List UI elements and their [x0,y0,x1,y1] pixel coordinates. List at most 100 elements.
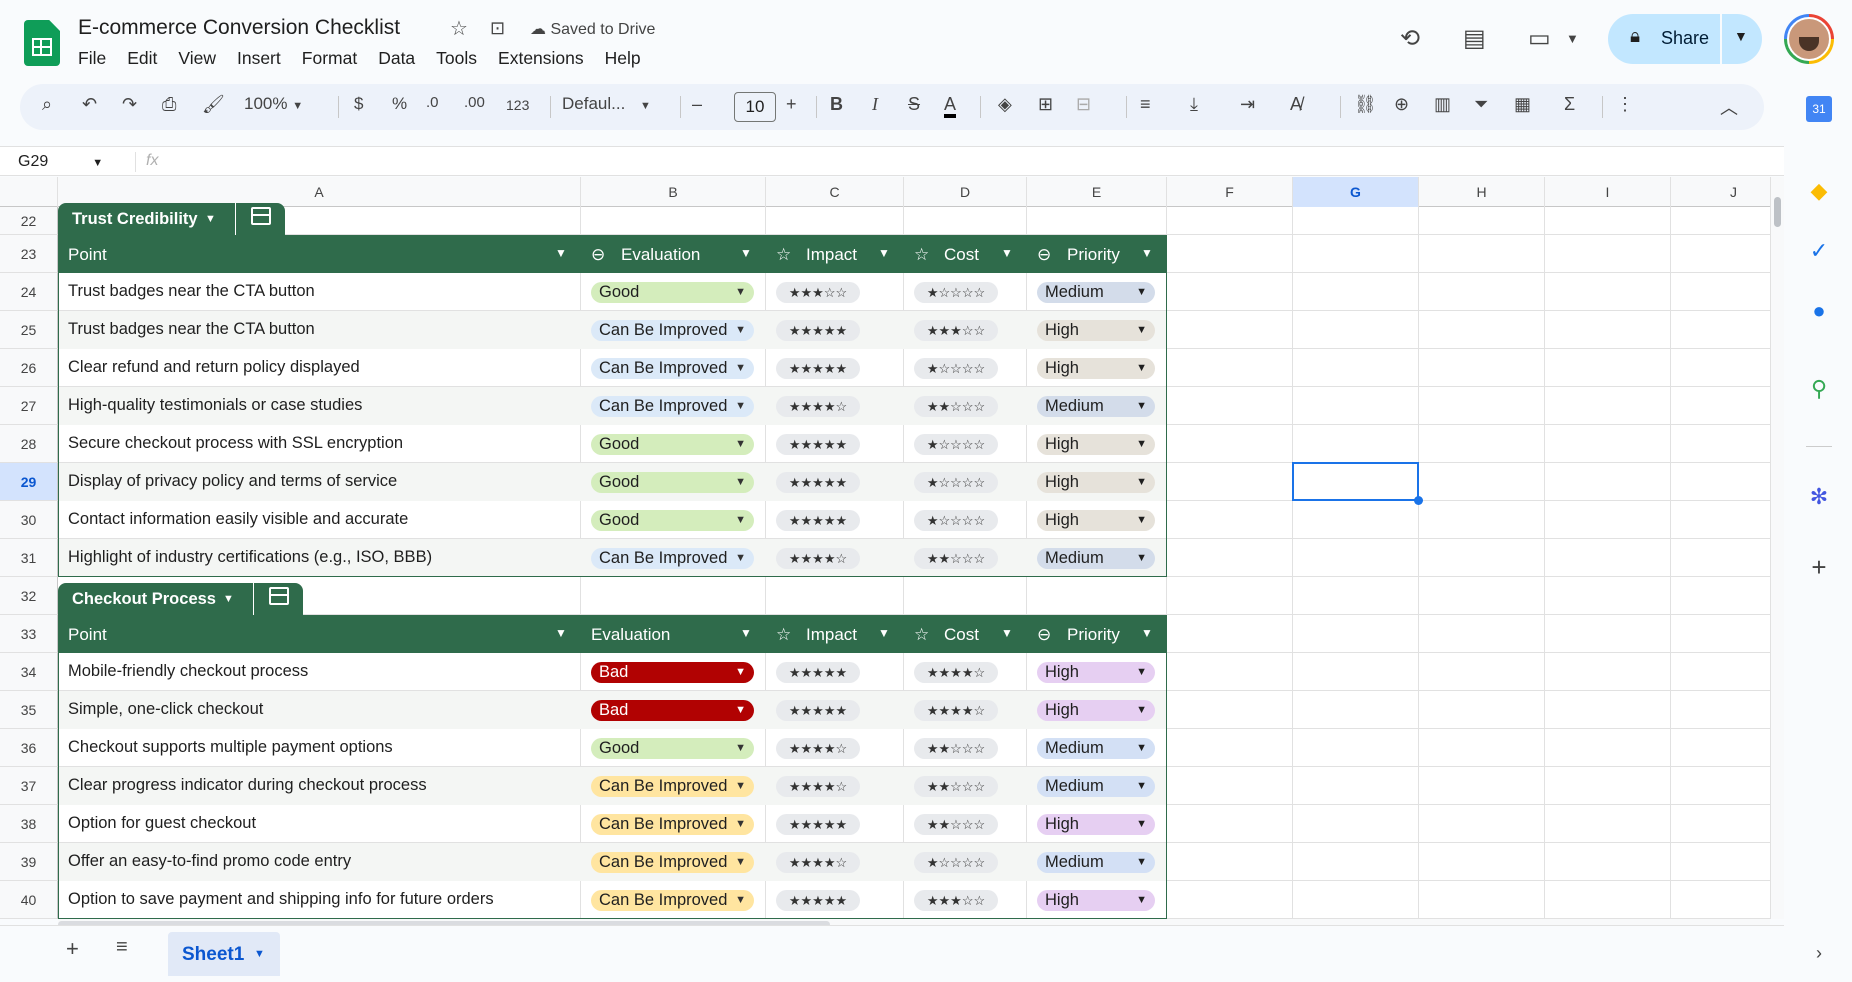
all-sheets-icon[interactable]: ≡ [116,936,128,959]
row-header-26[interactable]: 26 [0,349,58,387]
row-header-36[interactable]: 36 [0,729,58,767]
cost-rating[interactable]: ★★★★☆ [914,662,998,683]
point-cell[interactable]: Simple, one-click checkout [68,700,263,719]
row-header-37[interactable]: 37 [0,767,58,805]
percent-format-button[interactable]: % [392,94,407,114]
borders-icon[interactable]: ⊞ [1038,94,1053,115]
point-cell[interactable]: High-quality testimonials or case studie… [68,396,362,415]
undo-icon[interactable]: ↶ [82,94,97,115]
evaluation-chip[interactable]: Can Be Improved ▼ [591,548,754,569]
insert-chart-icon[interactable]: ▥ [1434,94,1451,115]
currency-format-button[interactable]: $ [354,94,363,114]
priority-chip[interactable]: High ▼ [1037,434,1155,455]
column-cost-header[interactable]: Cost [944,245,979,265]
impact-rating[interactable]: ★★★★★ [776,700,860,721]
cost-rating[interactable]: ★★☆☆☆ [914,814,998,835]
evaluation-chip[interactable]: Can Be Improved ▼ [591,776,754,797]
point-cell[interactable]: Display of privacy policy and terms of s… [68,472,397,491]
point-cell[interactable]: Clear progress indicator during checkout… [68,776,427,795]
meet-dropdown-icon[interactable]: ▼ [1566,31,1579,46]
chevron-down-icon[interactable]: ▼ [878,626,890,640]
share-button[interactable]: 🔒︎ Share ▼ [1608,14,1762,64]
calendar-icon[interactable]: 31 [1806,96,1832,122]
row-header-28[interactable]: 28 [0,425,58,463]
evaluation-chip[interactable]: Can Be Improved ▼ [591,396,754,417]
avatar[interactable] [1784,14,1834,64]
impact-rating[interactable]: ★★★★☆ [776,852,860,873]
cost-rating[interactable]: ★☆☆☆☆ [914,472,998,493]
document-title[interactable]: E-commerce Conversion Checklist [78,16,400,40]
evaluation-chip[interactable]: Bad ▼ [591,662,754,683]
zoom-select[interactable]: 100% ▼ [244,94,303,114]
evaluation-chip[interactable]: Can Be Improved ▼ [591,852,754,873]
cost-rating[interactable]: ★☆☆☆☆ [914,852,998,873]
point-cell[interactable]: Secure checkout process with SSL encrypt… [68,434,403,453]
table-menu-icon[interactable] [235,203,285,237]
cost-rating[interactable]: ★★☆☆☆ [914,548,998,569]
column-impact-header[interactable]: Impact [806,245,857,265]
chevron-down-icon[interactable]: ▼ [1141,246,1153,260]
cost-rating[interactable]: ★☆☆☆☆ [914,282,998,303]
text-rotation-icon[interactable]: A̸ [1290,94,1302,115]
italic-icon[interactable]: I [872,94,878,115]
impact-rating[interactable]: ★★★★☆ [776,548,860,569]
priority-chip[interactable]: High ▼ [1037,662,1155,683]
point-cell[interactable]: Highlight of industry certifications (e.… [68,548,432,567]
meet-icon[interactable]: ▭ [1528,24,1551,53]
row-header-33[interactable]: 33 [0,615,58,653]
insert-comment-icon[interactable]: ⊕ [1394,94,1409,115]
keep-icon[interactable]: ◆ [1806,178,1832,204]
paint-format-icon[interactable]: 🖌︎ [202,94,225,115]
cost-rating[interactable]: ★★☆☆☆ [914,738,998,759]
cost-rating[interactable]: ★★★☆☆ [914,890,998,911]
column-point-header[interactable]: Point [68,625,107,645]
impact-rating[interactable]: ★★★★★ [776,358,860,379]
move-folder-icon[interactable]: ⊡ [490,18,505,39]
table-name-tab[interactable]: Checkout Process ▼ [58,583,303,617]
menu-tools[interactable]: Tools [436,48,477,69]
bold-icon[interactable]: B [830,94,843,115]
menu-data[interactable]: Data [378,48,415,69]
row-header-40[interactable]: 40 [0,881,58,919]
functions-icon[interactable]: Σ [1564,94,1575,115]
selected-cell[interactable] [1292,462,1419,501]
hide-side-panel-icon[interactable]: › [1806,940,1832,966]
evaluation-chip[interactable]: Bad ▼ [591,700,754,721]
redo-icon[interactable]: ↷ [122,94,137,115]
impact-rating[interactable]: ★★★★★ [776,814,860,835]
row-header-32[interactable]: 32 [0,577,58,615]
impact-rating[interactable]: ★★★★★ [776,434,860,455]
star-icon[interactable]: ☆ [450,16,468,41]
row-header-23[interactable]: 23 [0,235,58,273]
row-header-24[interactable]: 24 [0,273,58,311]
column-priority-header[interactable]: Priority [1067,245,1120,265]
comments-icon[interactable]: ▤ [1463,24,1486,53]
impact-rating[interactable]: ★★★★★ [776,320,860,341]
evaluation-chip[interactable]: Can Be Improved ▼ [591,814,754,835]
evaluation-chip[interactable]: Can Be Improved ▼ [591,320,754,341]
evaluation-chip[interactable]: Good ▼ [591,738,754,759]
column-header-h[interactable]: H [1419,177,1545,207]
table-name-tab[interactable]: Trust Credibility ▼ [58,203,285,237]
more-formats-button[interactable]: 123 [506,97,529,113]
add-sheet-icon[interactable]: + [66,936,79,962]
priority-chip[interactable]: Medium ▼ [1037,776,1155,797]
cost-rating[interactable]: ★☆☆☆☆ [914,434,998,455]
menu-view[interactable]: View [178,48,216,69]
point-cell[interactable]: Mobile-friendly checkout process [68,662,308,681]
filter-icon[interactable]: ⏷ [1474,94,1488,115]
contacts-icon[interactable]: ● [1806,298,1832,324]
evaluation-chip[interactable]: Can Be Improved ▼ [591,890,754,911]
horizontal-align-icon[interactable]: ≡ [1140,94,1151,115]
fill-handle[interactable] [1414,496,1423,505]
row-header-39[interactable]: 39 [0,843,58,881]
priority-chip[interactable]: High ▼ [1037,510,1155,531]
cost-rating[interactable]: ★★☆☆☆ [914,776,998,797]
impact-rating[interactable]: ★★★★☆ [776,738,860,759]
table-menu-icon[interactable] [253,583,303,617]
column-priority-header[interactable]: Priority [1067,625,1120,645]
column-header-g[interactable]: G [1293,177,1419,207]
more-options-icon[interactable]: ⋮ [1616,94,1634,115]
row-header-22[interactable]: 22 [0,207,58,235]
column-cost-header[interactable]: Cost [944,625,979,645]
